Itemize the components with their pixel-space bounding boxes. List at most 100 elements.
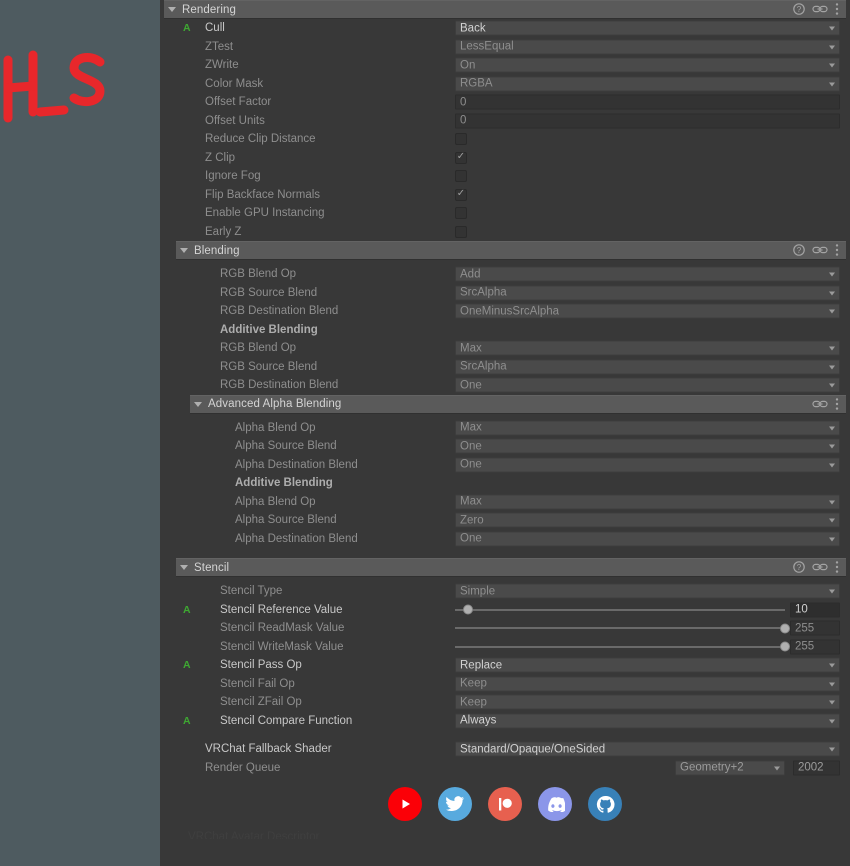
slider-handle[interactable]	[463, 604, 474, 615]
section-header-rendering[interactable]: Rendering?	[164, 0, 846, 19]
dropdown[interactable]: Max	[455, 420, 840, 436]
discord-icon[interactable]	[538, 787, 572, 821]
link-icon[interactable]	[812, 398, 828, 413]
dropdown[interactable]: On	[455, 57, 840, 73]
number-input[interactable]: 0	[455, 113, 840, 129]
checkbox[interactable]: ✓	[455, 151, 467, 164]
checkbox[interactable]	[455, 225, 467, 238]
dropdown[interactable]: Back	[455, 20, 840, 36]
dropdown[interactable]: One	[455, 377, 840, 393]
link-icon[interactable]	[812, 561, 828, 576]
foldout-triangle-icon[interactable]	[168, 7, 176, 12]
slider-track[interactable]	[455, 639, 790, 654]
dropdown[interactable]: Simple	[455, 583, 840, 599]
dropdown[interactable]: Standard/Opaque/OneSided	[455, 741, 840, 757]
property-row: RGB Source Blend SrcAlpha	[160, 358, 850, 377]
section-header-stencil[interactable]: Stencil?	[176, 558, 846, 577]
dropdown[interactable]: Max	[455, 494, 840, 510]
dropdown[interactable]: Keep	[455, 694, 840, 710]
github-icon[interactable]	[588, 787, 622, 821]
number-input[interactable]: 0	[455, 94, 840, 110]
property-row: Alpha Blend Op Max	[160, 419, 850, 438]
checkbox[interactable]: ✓	[455, 188, 467, 201]
checkbox[interactable]	[455, 133, 467, 146]
slider-track-line	[455, 646, 785, 648]
property-label: Flip Backface Normals	[205, 188, 321, 201]
slider-value: 255	[795, 622, 815, 635]
field-slot: ✓	[455, 188, 467, 201]
checkbox[interactable]	[455, 170, 467, 183]
foldout-triangle-icon[interactable]	[180, 248, 188, 253]
twitter-icon[interactable]	[438, 787, 472, 821]
youtube-icon[interactable]	[388, 787, 422, 821]
slider-handle[interactable]	[780, 641, 790, 652]
foldout-triangle-icon[interactable]	[180, 565, 188, 570]
dropdown[interactable]: SrcAlpha	[455, 359, 840, 375]
dropdown[interactable]: RGBA	[455, 76, 840, 92]
dropdown[interactable]: One	[455, 531, 840, 547]
animated-property-indicator[interactable]: A	[183, 23, 191, 34]
dropdown[interactable]: SrcAlpha	[455, 285, 840, 301]
dropdown[interactable]: Zero	[455, 512, 840, 528]
dropdown[interactable]: LessEqual	[455, 39, 840, 55]
field-slot: Max	[455, 494, 840, 510]
slider-value-input[interactable]: 10	[790, 602, 840, 618]
section-header-advanced-alpha-blending[interactable]: Advanced Alpha Blending	[190, 394, 846, 414]
menu-icon[interactable]	[835, 2, 839, 19]
property-row: Stencil Type Simple	[160, 582, 850, 601]
menu-icon[interactable]	[835, 560, 839, 577]
render-queue-number-input[interactable]: 2002	[793, 760, 840, 776]
dropdown-value: Replace	[460, 659, 503, 672]
slider-track[interactable]	[455, 621, 790, 636]
property-row: A Stencil Compare Function Always	[160, 712, 850, 731]
dropdown[interactable]: Max	[455, 340, 840, 356]
link-icon[interactable]	[812, 3, 828, 18]
patreon-icon[interactable]	[488, 787, 522, 821]
slider-track[interactable]	[455, 602, 785, 617]
field-slot: 0	[455, 94, 840, 110]
dropdown[interactable]: Add	[455, 266, 840, 282]
slider-value-input[interactable]: 255	[790, 639, 840, 655]
bottom-cut-label: VRChat Avatar Descriptor	[188, 831, 320, 839]
help-icon[interactable]: ?	[793, 244, 805, 259]
chevron-down-icon	[829, 747, 835, 752]
property-label: Ignore Fog	[205, 170, 261, 183]
help-icon[interactable]: ?	[793, 561, 805, 576]
property-row: Stencil WriteMask Value 255	[160, 638, 850, 657]
render-queue-preset-dropdown[interactable]: Geometry+2	[675, 760, 785, 776]
dropdown[interactable]: Replace	[455, 657, 840, 673]
dropdown[interactable]: Always	[455, 713, 840, 729]
animated-property-indicator[interactable]: A	[183, 715, 191, 727]
chevron-down-icon	[829, 500, 835, 505]
animated-property-indicator[interactable]: A	[183, 660, 191, 671]
slider-handle[interactable]	[780, 623, 790, 634]
animated-property-indicator[interactable]: A	[183, 604, 191, 616]
checkbox[interactable]	[455, 207, 467, 220]
section-body-rendering: A Cull Back ZTest LessEqual ZWrite On Color Mas…	[160, 19, 850, 241]
dropdown-value: LessEqual	[460, 40, 514, 53]
dropdown[interactable]: Keep	[455, 676, 840, 692]
property-label: Early Z	[205, 225, 242, 238]
dropdown[interactable]: One	[455, 438, 840, 454]
check-icon: ✓	[456, 151, 466, 163]
property-subheader: Additive Blending	[160, 321, 850, 340]
link-icon[interactable]	[812, 244, 828, 259]
property-row: Stencil ZFail Op Keep	[160, 693, 850, 712]
foldout-triangle-icon[interactable]	[194, 401, 202, 407]
handwritten-annotation-h-s	[3, 50, 105, 123]
dropdown[interactable]: One	[455, 457, 840, 473]
help-icon[interactable]: ?	[793, 3, 805, 18]
property-row: Flip Backface Normals ✓	[160, 186, 850, 205]
property-label: RGB Source Blend	[220, 360, 318, 373]
slider-value-input[interactable]: 255	[790, 620, 840, 636]
screen: Rendering? A Cull Back ZTest LessEqual ZWrite O…	[0, 0, 850, 866]
field-slot: Keep	[455, 676, 840, 692]
menu-icon[interactable]	[835, 243, 839, 260]
property-row: A Stencil Pass Op Replace	[160, 656, 850, 675]
dropdown-value: OneMinusSrcAlpha	[460, 305, 560, 318]
menu-icon[interactable]	[835, 397, 839, 414]
chevron-down-icon	[829, 45, 835, 50]
section-header-blending[interactable]: Blending?	[176, 241, 846, 260]
dropdown[interactable]: OneMinusSrcAlpha	[455, 303, 840, 319]
chevron-down-icon	[829, 26, 835, 31]
